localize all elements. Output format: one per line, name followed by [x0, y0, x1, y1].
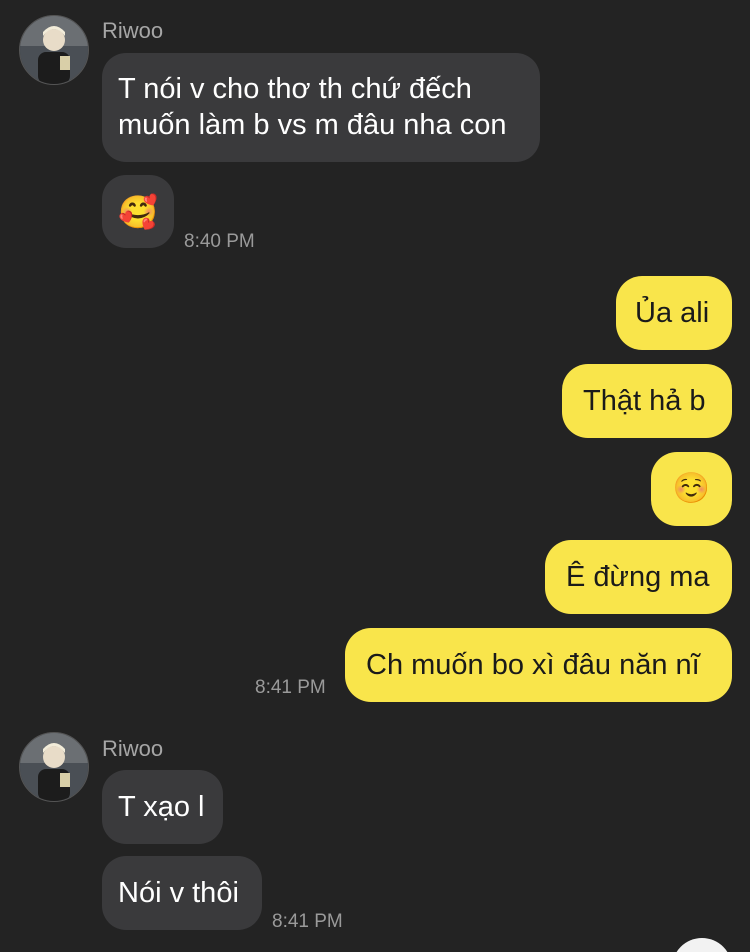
message-text-line: muốn làm b vs m đâu nha con	[118, 109, 507, 141]
message-text: Ủa ali	[635, 297, 710, 329]
message-bubble-outgoing[interactable]: Ủa ali	[616, 276, 732, 350]
message-text: Thật hả b	[583, 385, 706, 417]
sender-name: Riwoo	[102, 736, 164, 761]
message-bubble-incoming[interactable]: Nói v thôi	[102, 856, 262, 930]
profile-photo-icon	[20, 733, 88, 801]
timestamp: 8:41 PM	[255, 677, 326, 698]
avatar-riwoo[interactable]	[19, 15, 89, 85]
message-text: Ch muốn bo xì đâu năn nĩ	[366, 649, 700, 681]
message-text: Ê đừng ma	[566, 561, 710, 593]
sender-name: Riwoo	[102, 18, 164, 43]
message-bubble-incoming[interactable]: T xạo l	[102, 770, 223, 844]
profile-photo-icon	[20, 16, 88, 84]
message-text-line: T nói v cho thơ th chứ đếch	[118, 73, 472, 105]
smiling-face-with-hearts-emoji: 🥰	[118, 192, 158, 231]
timestamp: 8:41 PM	[272, 911, 343, 932]
message-bubble-emoji[interactable]: 🥰	[102, 175, 174, 248]
message-bubble-incoming[interactable]: T nói v cho thơ th chứ đếch muốn làm b v…	[102, 53, 540, 162]
timestamp: 8:40 PM	[184, 231, 255, 252]
message-text: Nói v thôi	[118, 877, 239, 909]
smiling-face-emoji: ☺️	[672, 471, 711, 506]
message-bubble-outgoing[interactable]: Ê đừng ma	[545, 540, 732, 614]
message-bubble-outgoing-emoji[interactable]: ☺️	[651, 452, 732, 526]
avatar-riwoo[interactable]	[19, 732, 89, 802]
message-bubble-outgoing[interactable]: Ch muốn bo xì đâu năn nĩ	[345, 628, 732, 702]
message-text: T xạo l	[118, 791, 205, 823]
scroll-to-bottom-button[interactable]	[672, 938, 732, 952]
message-bubble-outgoing[interactable]: Thật hả b	[562, 364, 732, 438]
